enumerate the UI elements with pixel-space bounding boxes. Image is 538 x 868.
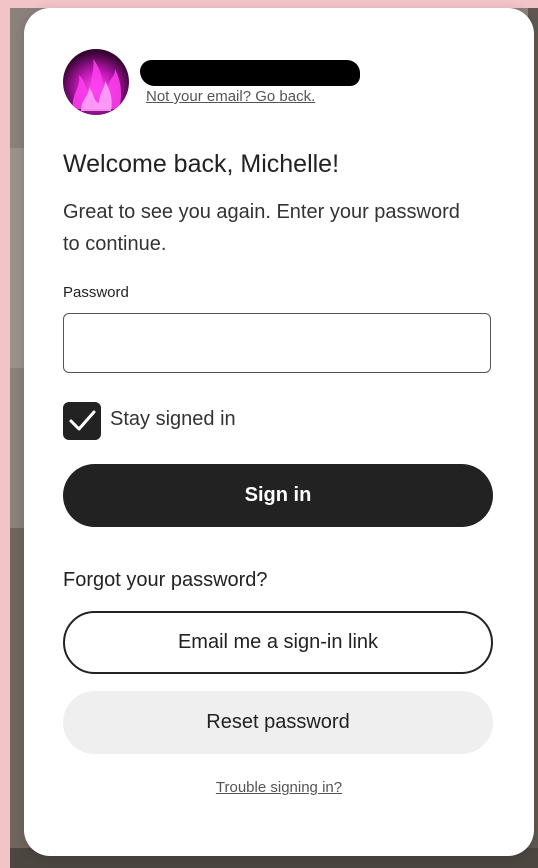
page-title: Welcome back, Michelle! (63, 150, 340, 178)
sign-in-modal: Not your email? Go back. Welcome back, M… (24, 8, 534, 856)
password-input[interactable] (63, 313, 491, 373)
reset-password-button[interactable]: Reset password (63, 691, 493, 754)
flame-icon (72, 59, 122, 111)
page-subtitle: Great to see you again. Enter your passw… (63, 201, 460, 255)
stay-signed-in-label[interactable]: Stay signed in (110, 408, 236, 431)
forgot-password-heading: Forgot your password? (63, 569, 268, 591)
go-back-link[interactable]: Not your email? Go back. (146, 88, 315, 105)
trouble-signing-in-link[interactable]: Trouble signing in? (24, 779, 534, 796)
sign-in-button[interactable]: Sign in (63, 464, 493, 527)
checkmark-icon (69, 410, 96, 431)
avatar (63, 49, 129, 115)
email-sign-in-link-button[interactable]: Email me a sign-in link (63, 611, 493, 674)
password-label: Password (63, 284, 129, 301)
redacted-email (140, 60, 360, 86)
stay-signed-in-checkbox[interactable] (63, 402, 101, 440)
